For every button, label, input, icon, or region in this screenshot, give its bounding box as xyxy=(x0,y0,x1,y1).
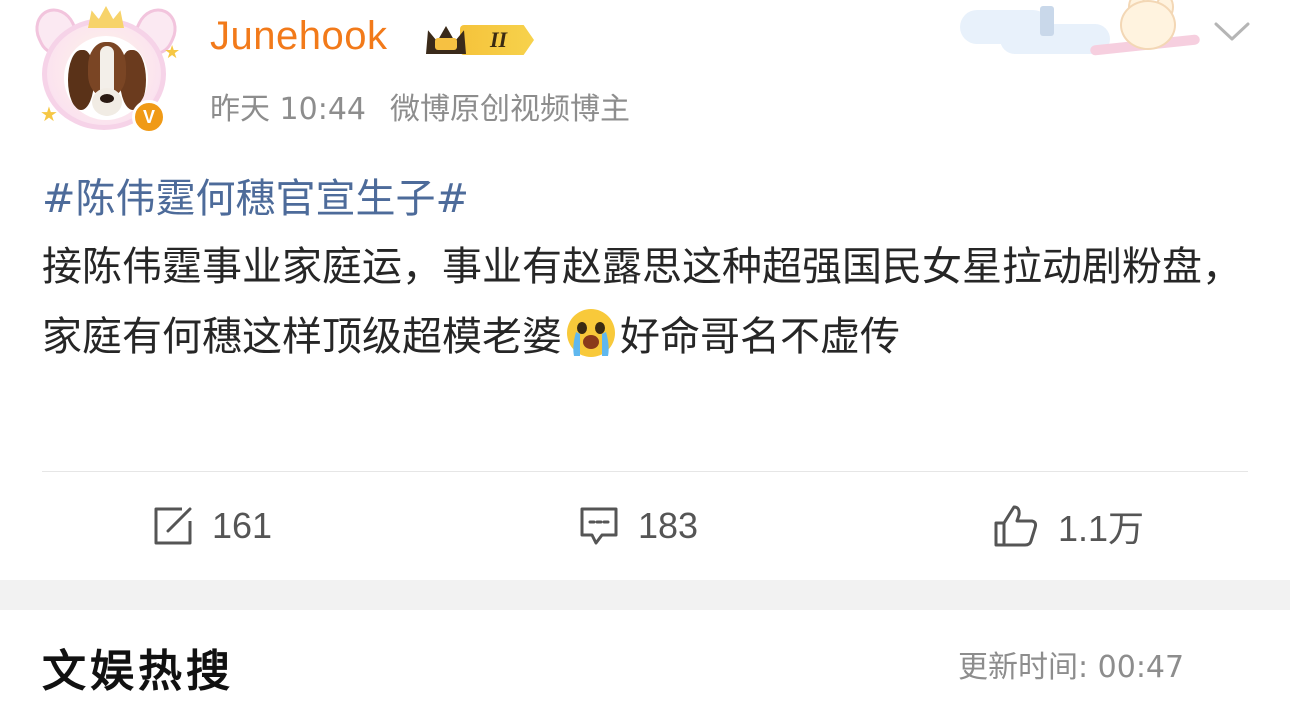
comment-icon xyxy=(580,507,618,545)
repost-count: 161 xyxy=(212,505,273,546)
like-button[interactable]: 1.1万 xyxy=(992,498,1144,554)
crown-icon xyxy=(422,22,472,58)
update-time: 更新时间: 00:47 xyxy=(958,650,1185,685)
vip-level-badge[interactable]: II xyxy=(422,18,540,62)
divider xyxy=(42,471,1248,472)
post-body-text: 接陈伟霆事业家庭运，事业有赵露思这种超强国民女星拉动剧粉盘，家庭有何穗这样顶级超… xyxy=(42,232,1252,372)
avatar-frame-crown-icon xyxy=(88,6,124,28)
card-decoration-image xyxy=(960,0,1210,60)
avatar[interactable]: ★ ★ V xyxy=(28,1,184,136)
repost-icon xyxy=(154,507,192,545)
post-source: 微博原创视频博主 xyxy=(390,92,630,127)
comment-count: 183 xyxy=(638,505,699,546)
star-icon: ★ xyxy=(164,42,181,63)
comment-button[interactable]: 183 xyxy=(578,498,698,554)
post-meta: 昨天 10:44 微博原创视频博主 xyxy=(210,84,630,128)
crying-face-emoji-icon xyxy=(567,309,615,357)
post-body-part: 好命哥名不虚传 xyxy=(620,314,900,360)
weibo-post-card: ★ ★ V Junehook II 昨天 10:44 微博原创视频博主 #陈伟霆… xyxy=(0,0,1290,580)
verified-badge-icon: V xyxy=(132,100,166,134)
username[interactable]: Junehook xyxy=(210,14,387,59)
like-count: 1.1万 xyxy=(1058,508,1145,549)
star-icon: ★ xyxy=(40,102,58,126)
repost-button[interactable]: 161 xyxy=(152,498,272,554)
section-title: 文娱热搜 xyxy=(42,646,234,697)
hashtag-link[interactable]: #陈伟霆何穗官宣生子# xyxy=(42,166,469,224)
chevron-down-icon[interactable] xyxy=(1212,20,1252,44)
section-separator xyxy=(0,580,1290,610)
post-time: 昨天 10:44 xyxy=(210,92,366,127)
thumbs-up-icon xyxy=(994,505,1038,547)
